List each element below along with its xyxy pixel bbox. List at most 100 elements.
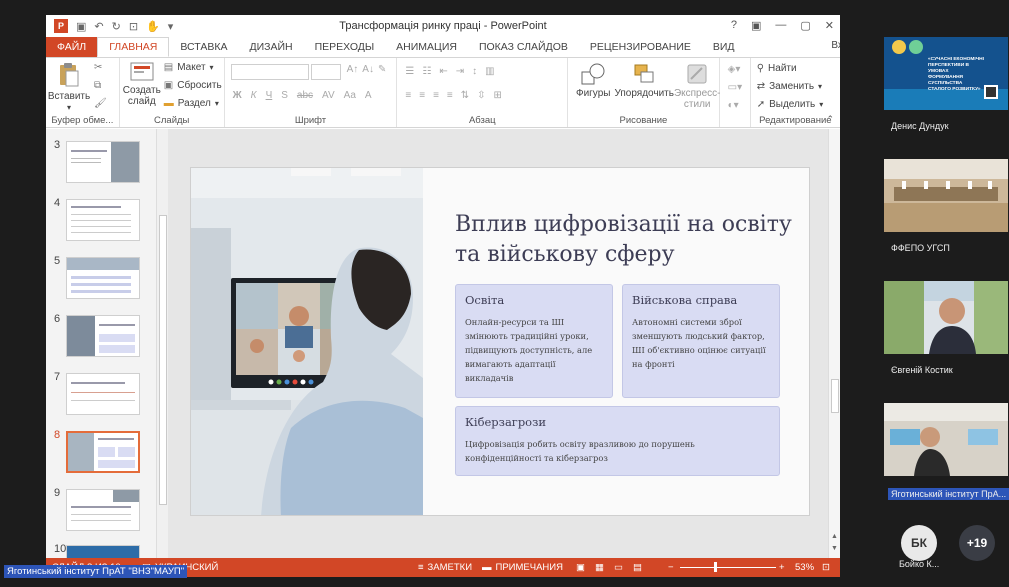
tab-review[interactable]: РЕЦЕНЗИРОВАНИЕ bbox=[579, 37, 702, 57]
slide-thumbnail-5[interactable] bbox=[66, 257, 140, 299]
align-center-icon[interactable]: ≡ bbox=[419, 90, 425, 101]
comments-button[interactable]: ▬ ПРИМЕЧАНИЯ bbox=[482, 562, 563, 573]
conference-hall-video bbox=[884, 159, 1008, 232]
slide-thumbnail-3[interactable] bbox=[66, 141, 140, 183]
smartart-icon[interactable]: ⊞ bbox=[494, 90, 502, 101]
slideshow-view-icon[interactable]: ▤ bbox=[633, 562, 642, 573]
justify-icon[interactable]: ≡ bbox=[447, 90, 453, 101]
slide-thumbnail-9[interactable] bbox=[66, 489, 140, 531]
minimize-icon[interactable]: — bbox=[775, 19, 786, 32]
sign-in-link[interactable]: Вход bbox=[831, 40, 840, 51]
find-button[interactable]: ⚲ Найти bbox=[757, 63, 797, 74]
strikethrough-button[interactable]: abc bbox=[297, 90, 313, 101]
section-button[interactable]: ▬ Раздел ▾ bbox=[164, 98, 219, 109]
zoom-level[interactable]: 53% bbox=[795, 562, 814, 573]
align-text-icon[interactable]: ⇳ bbox=[477, 90, 485, 101]
shadow-button[interactable]: S bbox=[281, 90, 288, 101]
touch-mode-icon[interactable]: ✋ bbox=[146, 20, 160, 33]
font-name-input[interactable] bbox=[230, 64, 309, 80]
change-case-button[interactable]: Aa bbox=[344, 90, 356, 101]
zoom-slider[interactable] bbox=[680, 567, 776, 568]
card-text: Онлайн-ресурси та ШІ змінюють традиційні… bbox=[465, 317, 593, 383]
slide-thumbnail-4[interactable] bbox=[66, 199, 140, 241]
close-icon[interactable]: ✕ bbox=[825, 19, 834, 32]
fit-slide-icon[interactable]: ⊡ bbox=[822, 562, 830, 573]
font-color-button[interactable]: A bbox=[365, 90, 372, 101]
thumb-number: 7 bbox=[54, 371, 61, 383]
grow-font-icon[interactable]: A↑ bbox=[347, 64, 359, 75]
zoom-in-icon[interactable]: + bbox=[779, 562, 785, 573]
more-participants-button[interactable]: +19 bbox=[959, 525, 995, 561]
avatar[interactable]: БК bbox=[901, 525, 937, 561]
line-spacing-icon[interactable]: ↕ bbox=[472, 66, 477, 77]
numbering-icon[interactable]: ☷ bbox=[422, 66, 431, 77]
tab-view[interactable]: ВИД bbox=[702, 37, 746, 57]
normal-view-icon[interactable]: ▣ bbox=[576, 562, 585, 573]
shrink-font-icon[interactable]: A↓ bbox=[362, 64, 374, 75]
slide-thumbnail-7[interactable] bbox=[66, 373, 140, 415]
reset-button[interactable]: ▣ Сбросить bbox=[164, 80, 222, 91]
paragraph-label: Абзац bbox=[468, 115, 496, 126]
tab-file[interactable]: ФАЙЛ bbox=[46, 37, 98, 57]
copy-icon[interactable]: ⧉ bbox=[94, 80, 101, 91]
scroll-next-icon[interactable]: ▼ bbox=[831, 545, 838, 552]
increase-indent-icon[interactable]: ⇥ bbox=[456, 66, 464, 77]
customize-qat-icon[interactable]: ▾ bbox=[168, 20, 174, 33]
participant-tile-1[interactable]: «СУЧАСНІ ЕКОНОМІЧНІ ПЕРСПЕКТИВИ В УМОВАХ… bbox=[884, 37, 1008, 110]
thumb-number: 10 bbox=[54, 543, 67, 555]
collapse-ribbon-icon[interactable]: ⌃ bbox=[826, 114, 834, 125]
start-slideshow-icon[interactable]: ⊡ bbox=[129, 20, 138, 33]
shape-outline-icon[interactable]: ▭▾ bbox=[728, 82, 742, 93]
tab-slideshow[interactable]: ПОКАЗ СЛАЙДОВ bbox=[468, 37, 579, 57]
text-direction-icon[interactable]: ⇅ bbox=[461, 90, 469, 101]
reading-view-icon[interactable]: ▭ bbox=[614, 562, 623, 573]
bold-button[interactable]: Ж bbox=[233, 90, 242, 101]
cut-icon[interactable]: ✂ bbox=[94, 62, 102, 73]
slide-scrollbar[interactable]: ▲ ▼ bbox=[828, 129, 840, 558]
scroll-prev-icon[interactable]: ▲ bbox=[831, 533, 838, 540]
slide-sorter-icon[interactable]: ▦ bbox=[595, 562, 604, 573]
notes-button[interactable]: ≡ ЗАМЕТКИ bbox=[418, 562, 472, 573]
participant-tile-4[interactable] bbox=[884, 403, 1008, 476]
slide-thumbnail-6[interactable] bbox=[66, 315, 140, 357]
underline-button[interactable]: Ч bbox=[266, 90, 273, 101]
ribbon-display-icon[interactable]: ▣ bbox=[751, 19, 761, 32]
new-slide-button[interactable]: Создать слайд bbox=[123, 62, 161, 107]
tab-animations[interactable]: АНИМАЦИЯ bbox=[385, 37, 468, 57]
arrange-icon bbox=[634, 64, 654, 83]
participant-tile-3[interactable] bbox=[884, 281, 1008, 354]
bullets-icon[interactable]: ☰ bbox=[405, 66, 414, 77]
quick-styles-button[interactable]: Экспресс- стили bbox=[674, 62, 721, 110]
font-size-input[interactable] bbox=[310, 64, 341, 80]
align-left-icon[interactable]: ≡ bbox=[405, 90, 411, 101]
tab-home[interactable]: ГЛАВНАЯ bbox=[97, 37, 170, 57]
redo-icon[interactable]: ↻ bbox=[112, 20, 121, 33]
tab-transitions[interactable]: ПЕРЕХОДЫ bbox=[304, 37, 386, 57]
clear-format-icon[interactable]: ✎ bbox=[378, 64, 386, 75]
select-button[interactable]: ➚ Выделить ▾ bbox=[757, 99, 824, 110]
tab-insert[interactable]: ВСТАВКА bbox=[169, 37, 238, 57]
char-spacing-button[interactable]: AV bbox=[322, 90, 335, 101]
format-painter-icon[interactable]: 🖌 bbox=[94, 98, 107, 109]
tab-design[interactable]: ДИЗАЙН bbox=[238, 37, 303, 57]
participant-tile-2[interactable] bbox=[884, 159, 1008, 232]
arrange-button[interactable]: Упорядочить bbox=[614, 62, 674, 99]
help-icon[interactable]: ? bbox=[731, 19, 737, 32]
shape-fill-icon[interactable]: ◈▾ bbox=[728, 64, 741, 75]
shape-effects-icon[interactable]: ◐▾ bbox=[728, 100, 739, 111]
align-right-icon[interactable]: ≡ bbox=[433, 90, 439, 101]
thumbnails-scrollbar[interactable] bbox=[156, 129, 168, 558]
paste-button[interactable]: Вставить ▾ bbox=[48, 62, 90, 113]
maximize-icon[interactable]: ▢ bbox=[800, 19, 810, 32]
decrease-indent-icon[interactable]: ⇤ bbox=[439, 66, 447, 77]
shapes-button[interactable]: Фигуры bbox=[572, 62, 614, 99]
italic-button[interactable]: К bbox=[251, 90, 257, 101]
columns-icon[interactable]: ▥ bbox=[485, 66, 494, 77]
slide-thumbnail-8[interactable] bbox=[66, 431, 140, 473]
layout-button[interactable]: ▤ Макет ▾ bbox=[164, 62, 214, 73]
undo-icon[interactable]: ↶ bbox=[94, 20, 103, 33]
zoom-slider-thumb[interactable] bbox=[714, 562, 717, 572]
zoom-out-icon[interactable]: − bbox=[668, 562, 674, 573]
replace-button[interactable]: ⇄ Заменить ▾ bbox=[757, 81, 822, 92]
save-icon[interactable]: ▣ bbox=[76, 20, 86, 33]
